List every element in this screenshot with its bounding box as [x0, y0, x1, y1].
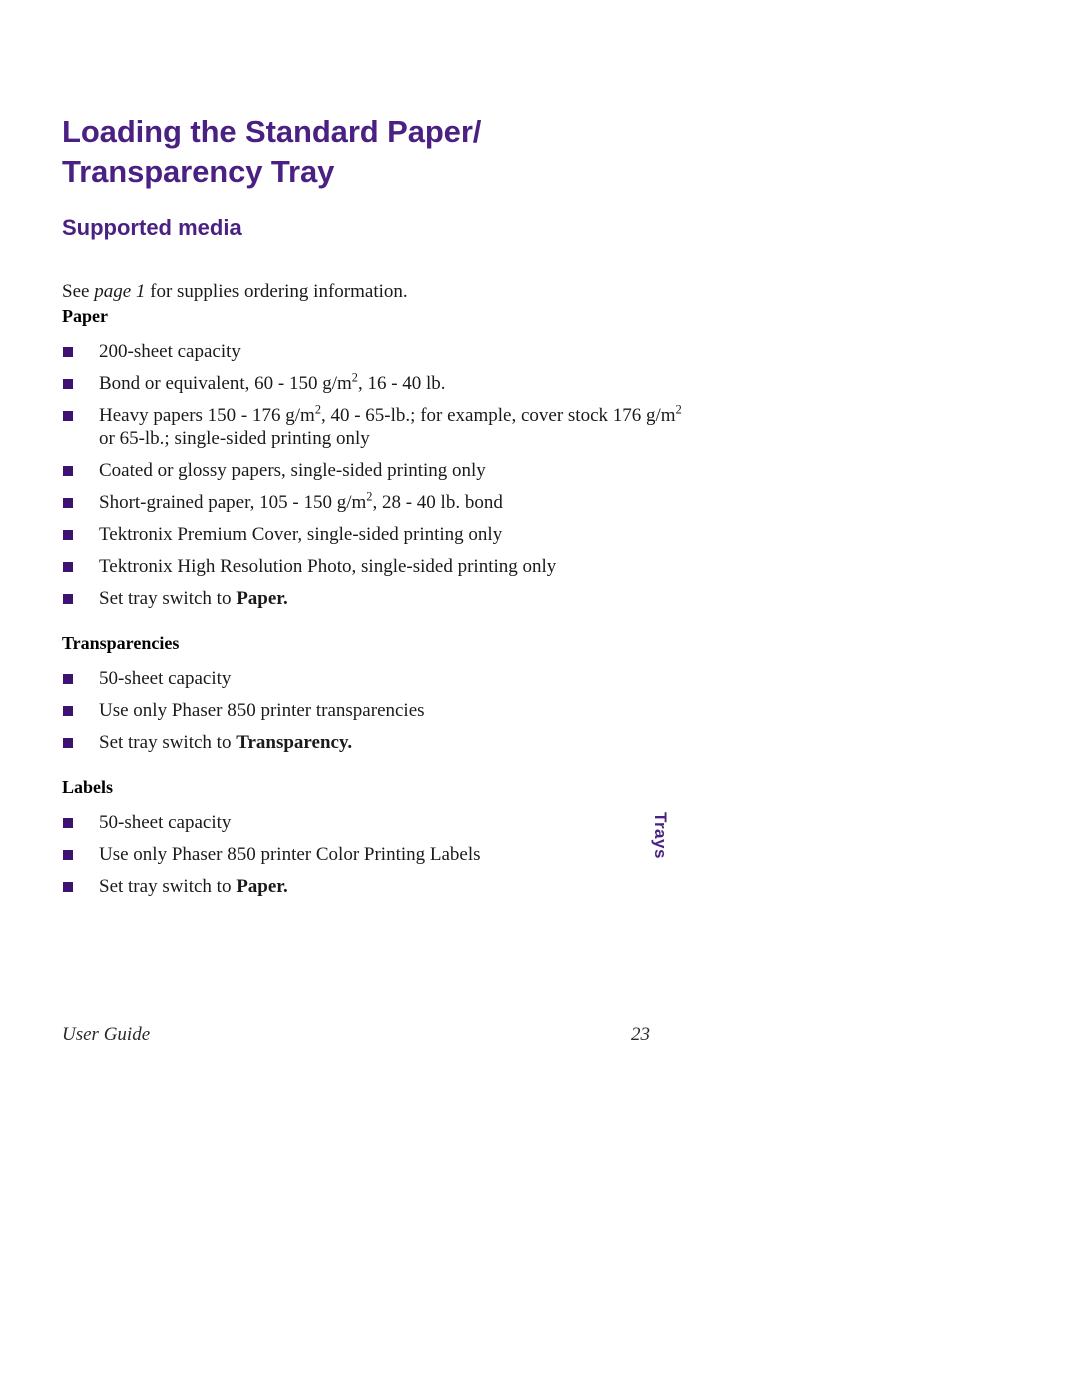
list-item-emphasis: Transparency. — [236, 732, 353, 753]
list-item-text-post: or 65-lb.; single-sided printing only — [99, 428, 370, 449]
media-group-labels: Labels 50-sheet capacity Use only Phaser… — [62, 776, 682, 898]
list-item: Set tray switch to Paper. — [62, 875, 682, 898]
list-item: Set tray switch to Paper. — [62, 587, 682, 610]
bullet-square-icon — [63, 411, 73, 421]
list-item-text-pre: Set tray switch to — [99, 732, 237, 753]
intro-cross-reference: page 1 — [94, 281, 146, 302]
list-item-text: Use only Phaser 850 printer transparenci… — [99, 700, 425, 721]
page-title: Loading the Standard Paper/ Transparency… — [62, 112, 622, 192]
bullet-square-icon — [63, 530, 73, 540]
intro-text-before: See — [62, 281, 95, 302]
bullet-square-icon — [63, 706, 73, 716]
bullet-square-icon — [63, 850, 73, 860]
bullet-list-paper: 200-sheet capacity Bond or equivalent, 6… — [62, 340, 682, 610]
document-title-line-1: Loading the Standard Paper/ — [62, 114, 482, 149]
bullet-square-icon — [63, 498, 73, 508]
bullet-square-icon — [63, 818, 73, 828]
bullet-list-labels: 50-sheet capacity Use only Phaser 850 pr… — [62, 811, 682, 898]
document-page: Loading the Standard Paper/ Transparency… — [0, 0, 1080, 1397]
list-item-text: 200-sheet capacity — [99, 341, 241, 362]
document-title-line-2: Transparency Tray — [62, 154, 335, 189]
side-tab-trays: Trays — [651, 812, 670, 859]
group-label-paper: Paper — [62, 306, 108, 326]
intro-paragraph: See page 1 for supplies ordering informa… — [62, 280, 408, 304]
intro-text-after: for supplies ordering information. — [145, 281, 408, 302]
bullet-square-icon — [63, 379, 73, 389]
bullet-square-icon — [63, 347, 73, 357]
list-item-text-pre: Heavy papers 150 - 176 g/m — [99, 405, 315, 426]
list-item: Tektronix Premium Cover, single-sided pr… — [62, 523, 682, 546]
list-item: Bond or equivalent, 60 - 150 g/m2, 16 - … — [62, 371, 682, 395]
list-item-text-post: , 28 - 40 lb. bond — [372, 492, 503, 513]
group-label-labels: Labels — [62, 777, 114, 797]
section-heading-supported-media: Supported media — [62, 215, 242, 240]
list-item-text: Coated or glossy papers, single-sided pr… — [99, 460, 486, 481]
list-item-text-mid: , 40 - 65-lb.; for example, cover stock … — [320, 405, 676, 426]
list-item: Set tray switch to Transparency. — [62, 731, 682, 754]
list-item-text-pre: Set tray switch to — [99, 588, 237, 609]
list-item: 50-sheet capacity — [62, 667, 682, 690]
bullet-square-icon — [63, 882, 73, 892]
group-label-transparencies: Transparencies — [62, 633, 180, 653]
list-item-text-post: , 16 - 40 lb. — [357, 373, 446, 394]
content-body: Paper 200-sheet capacity Bond or equival… — [62, 305, 682, 920]
list-item: 200-sheet capacity — [62, 340, 682, 363]
bullet-square-icon — [63, 466, 73, 476]
page-footer: User Guide 23 — [62, 1024, 650, 1046]
bullet-list-transparencies: 50-sheet capacity Use only Phaser 850 pr… — [62, 667, 682, 754]
media-group-paper: Paper 200-sheet capacity Bond or equival… — [62, 305, 682, 610]
list-item-text: Tektronix High Resolution Photo, single-… — [99, 556, 557, 577]
list-item-text: 50-sheet capacity — [99, 668, 232, 689]
list-item: Heavy papers 150 - 176 g/m 2, 40 - 65-lb.… — [62, 402, 682, 450]
bullet-square-icon — [63, 562, 73, 572]
list-item-text: 50-sheet capacity — [99, 812, 232, 833]
list-item-text-pre: Short-grained paper, 105 - 150 g/m — [99, 492, 367, 513]
list-item-emphasis: Paper. — [236, 876, 288, 897]
bullet-square-icon — [63, 594, 73, 604]
list-item: Use only Phaser 850 printer transparenci… — [62, 699, 682, 722]
list-item: Use only Phaser 850 printer Color Printi… — [62, 843, 682, 866]
list-item: Tektronix High Resolution Photo, single-… — [62, 555, 682, 578]
list-item: Short-grained paper, 105 - 150 g/m2, 28 … — [62, 490, 682, 514]
media-group-transparencies: Transparencies 50-sheet capacity Use onl… — [62, 632, 682, 754]
footer-guide-label: User Guide — [62, 1024, 151, 1045]
list-item-text-pre: Set tray switch to — [99, 876, 237, 897]
bullet-square-icon — [63, 738, 73, 748]
list-item-superscript-2: 2 — [675, 402, 682, 417]
list-item: 50-sheet capacity — [62, 811, 682, 834]
list-item-text: Tektronix Premium Cover, single-sided pr… — [99, 524, 503, 545]
list-item: Coated or glossy papers, single-sided pr… — [62, 459, 682, 482]
list-item-text: Use only Phaser 850 printer Color Printi… — [99, 844, 481, 865]
list-item-text-pre: Bond or equivalent, 60 - 150 g/m — [99, 373, 352, 394]
document-title: Loading the Standard Paper/ Transparency… — [62, 112, 622, 192]
footer-page-number: 23 — [631, 1024, 650, 1045]
bullet-square-icon — [63, 674, 73, 684]
list-item-emphasis: Paper. — [236, 588, 288, 609]
